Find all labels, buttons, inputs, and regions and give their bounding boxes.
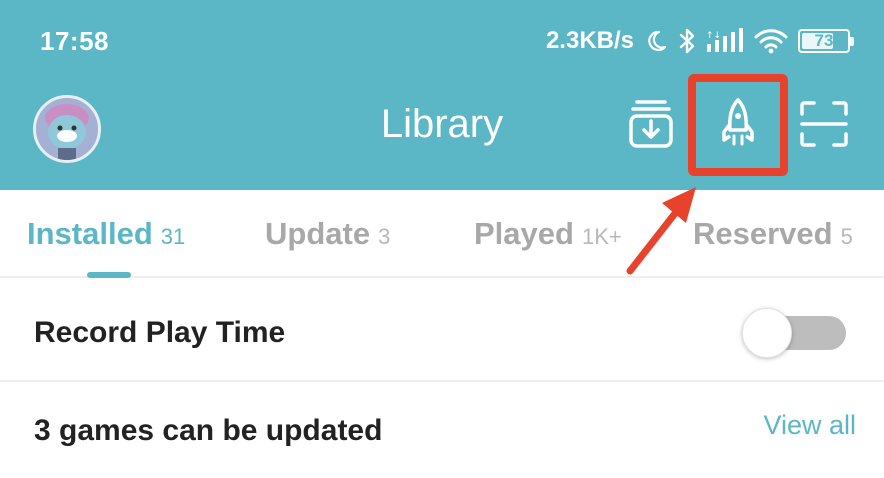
moon-icon <box>644 29 668 53</box>
bluetooth-icon <box>678 27 696 55</box>
download-icon <box>627 98 675 155</box>
download-button[interactable] <box>623 96 679 156</box>
wifi-icon <box>754 28 788 54</box>
updates-label: 3 games can be updated <box>34 414 383 447</box>
record-play-time-label: Record Play Time <box>34 316 286 349</box>
tab-reserved[interactable]: Reserved 5 <box>693 216 853 256</box>
signal-icon: ↑↓ <box>706 28 744 54</box>
network-speed: 2.3KB/s <box>545 27 634 54</box>
toggle-knob <box>742 308 792 358</box>
status-time: 17:58 <box>40 26 109 56</box>
battery-icon: 73 <box>798 29 854 53</box>
battery-level: 73 <box>814 31 834 50</box>
updates-row: 3 games can be updated View all <box>0 384 884 478</box>
status-icons: 2.3KB/s ↑↓ 73 <box>545 24 854 58</box>
highlight-box <box>688 74 788 176</box>
active-tab-indicator <box>87 272 131 278</box>
tab-label: Reserved <box>693 216 833 251</box>
scan-button[interactable] <box>796 96 852 156</box>
svg-text:↑↓: ↑↓ <box>706 31 721 41</box>
tab-count: 1K+ <box>581 224 622 249</box>
tab-count: 3 <box>378 224 391 249</box>
tab-update[interactable]: Update 3 <box>265 216 390 256</box>
tab-played[interactable]: Played 1K+ <box>474 216 622 256</box>
scan-icon <box>799 100 849 153</box>
tab-count: 31 <box>160 224 186 249</box>
tab-count: 5 <box>840 224 853 249</box>
tab-label: Update <box>265 216 371 251</box>
tab-label: Played <box>474 216 574 251</box>
record-play-time-row: Record Play Time <box>0 280 884 382</box>
tab-bar: Installed 31 Update 3 Played 1K+ Reserve… <box>0 190 884 278</box>
tab-label: Installed <box>27 216 153 251</box>
record-play-time-toggle[interactable] <box>742 308 846 358</box>
view-all-link[interactable]: View all <box>763 410 856 441</box>
tab-installed[interactable]: Installed 31 <box>27 216 185 256</box>
